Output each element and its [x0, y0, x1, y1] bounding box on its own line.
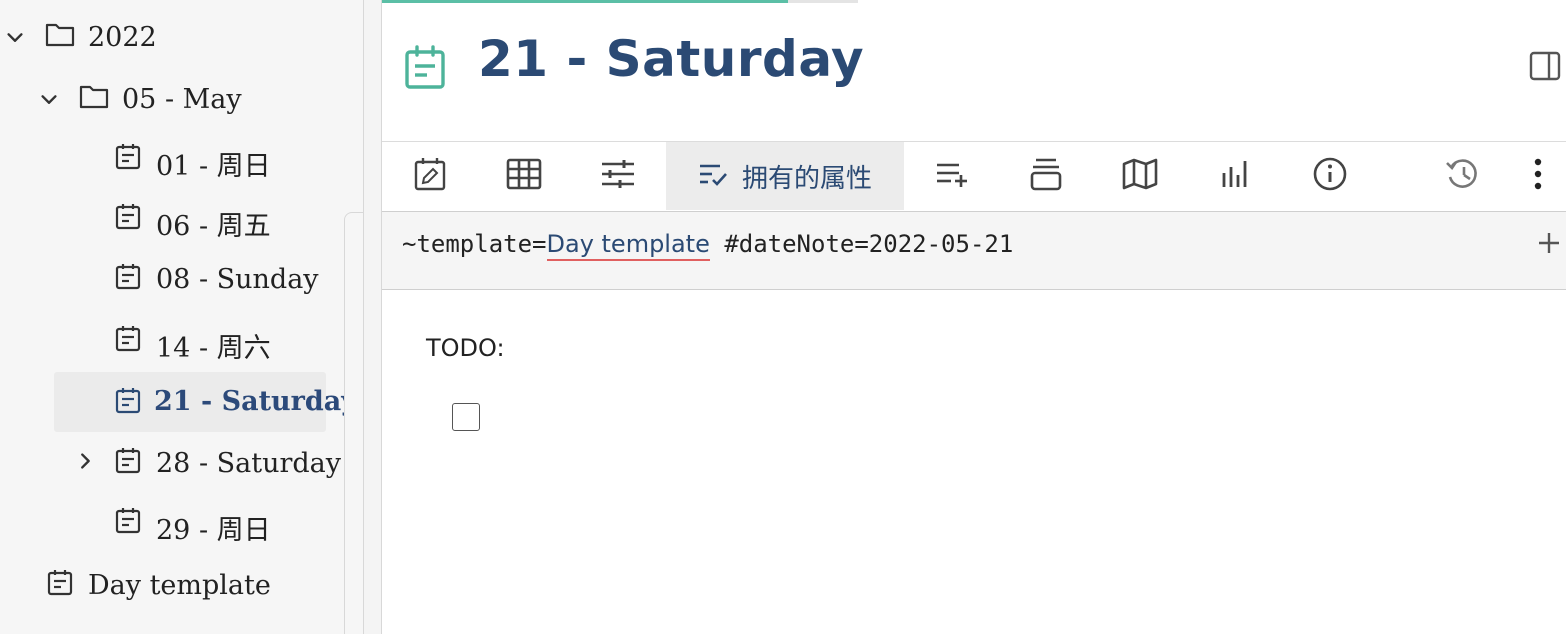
- add-list-button[interactable]: [922, 142, 982, 210]
- calendar-note-icon[interactable]: [404, 44, 448, 90]
- tree-item-21-active[interactable]: 21 - Saturday: [54, 372, 357, 432]
- tree-item-06[interactable]: 06 - 周五: [0, 190, 344, 250]
- tree-item-label: 06 - 周五: [156, 211, 271, 242]
- folder-icon: [78, 80, 110, 112]
- tree-item-label: 28 - Saturday: [156, 448, 342, 479]
- tab-owned-attributes[interactable]: 拥有的属性: [666, 142, 904, 210]
- tree-item-14[interactable]: 14 - 周六: [0, 312, 344, 372]
- ribbon-toolbar: 拥有的属性: [382, 142, 1566, 212]
- table-button[interactable]: [494, 142, 554, 210]
- owned-attributes-editor[interactable]: ~template=Day template #dateNote=2022-05…: [382, 212, 1566, 290]
- sliders-icon: [600, 159, 636, 193]
- owned-attributes-icon: [698, 162, 728, 190]
- attributes-text[interactable]: ~template=Day template #dateNote=2022-05…: [402, 230, 1014, 261]
- map-icon: [1122, 158, 1158, 194]
- more-actions-button[interactable]: [1518, 142, 1558, 210]
- tree-item-label: 21 - Saturday: [154, 386, 357, 417]
- tree-item-2022[interactable]: 2022: [0, 8, 344, 68]
- options-button[interactable]: [588, 142, 648, 210]
- more-vertical-icon: [1533, 158, 1543, 194]
- sidebar-scrollbar[interactable]: [344, 212, 363, 634]
- note-editor[interactable]: TODO:: [382, 290, 1566, 634]
- chevron-down-icon[interactable]: [2, 25, 28, 51]
- chevron-down-icon[interactable]: [36, 87, 62, 113]
- tree-item-label: 14 - 周六: [156, 333, 271, 364]
- edit-note-icon: [413, 156, 447, 196]
- table-icon: [506, 158, 542, 194]
- info-icon: [1312, 156, 1348, 196]
- tree-item-label: Day template: [88, 570, 271, 601]
- note-tree-sidebar: 2022 05 - May 01 - 周日 06 - 周五 08 - Sunda…: [0, 0, 364, 634]
- bar-chart-icon: [1220, 159, 1248, 193]
- note-detail-pane: 21 - Saturday 拥有的属性 ~template=Day templa…: [382, 0, 1566, 634]
- tree-item-label: 08 - Sunday: [156, 264, 319, 295]
- calendar-note-icon: [112, 444, 144, 476]
- note-title-bar: 21 - Saturday: [382, 0, 1566, 142]
- calendar-note-icon: [44, 566, 76, 598]
- calendar-note-icon: [112, 260, 144, 292]
- tree-item-05-may[interactable]: 05 - May: [0, 70, 344, 130]
- tab-strip: [382, 0, 858, 4]
- calendar-note-icon: [112, 504, 144, 536]
- add-list-icon: [935, 161, 969, 191]
- history-icon: [1444, 157, 1480, 195]
- tree-item-28[interactable]: 28 - Saturday: [0, 434, 344, 494]
- inherited-layers-button[interactable]: [1016, 142, 1076, 210]
- chevron-right-icon[interactable]: [72, 448, 98, 474]
- tab-inactive-indicator[interactable]: [788, 0, 858, 3]
- template-attr-link[interactable]: Day template: [546, 230, 710, 261]
- calendar-note-icon: [112, 322, 144, 354]
- tree-item-label: 2022: [88, 22, 157, 53]
- calendar-note-icon: [112, 384, 144, 416]
- tree-item-label: 01 - 周日: [156, 151, 271, 182]
- todo-checkbox[interactable]: [452, 403, 480, 431]
- note-map-stats-button[interactable]: [1204, 142, 1264, 210]
- calendar-note-icon: [112, 200, 144, 232]
- add-attribute-icon[interactable]: [1534, 228, 1564, 258]
- tree-item-29[interactable]: 29 - 周日: [0, 494, 344, 554]
- template-attr-prefix: ~template=: [402, 230, 547, 258]
- edit-note-button[interactable]: [400, 142, 460, 210]
- tree-item-label: 29 - 周日: [156, 515, 271, 546]
- note-title[interactable]: 21 - Saturday: [478, 30, 864, 88]
- tab-active-indicator[interactable]: [382, 0, 788, 3]
- inherited-layers-icon: [1030, 157, 1062, 195]
- note-info-button[interactable]: [1300, 142, 1360, 210]
- toggle-right-pane-icon[interactable]: [1528, 49, 1562, 83]
- date-note-attr: #dateNote=2022-05-21: [724, 230, 1014, 258]
- pane-splitter[interactable]: [364, 0, 382, 634]
- folder-icon: [44, 18, 76, 50]
- note-revisions-button[interactable]: [1432, 142, 1492, 210]
- tree-item-label: 05 - May: [122, 84, 242, 115]
- tree-item-day-template[interactable]: Day template: [0, 554, 344, 614]
- map-button[interactable]: [1110, 142, 1170, 210]
- tree-item-01[interactable]: 01 - 周日: [0, 130, 344, 190]
- tree-item-08[interactable]: 08 - Sunday: [0, 250, 344, 310]
- todo-heading: TODO:: [426, 334, 505, 362]
- calendar-note-icon: [112, 140, 144, 172]
- tab-owned-attributes-label: 拥有的属性: [741, 163, 872, 194]
